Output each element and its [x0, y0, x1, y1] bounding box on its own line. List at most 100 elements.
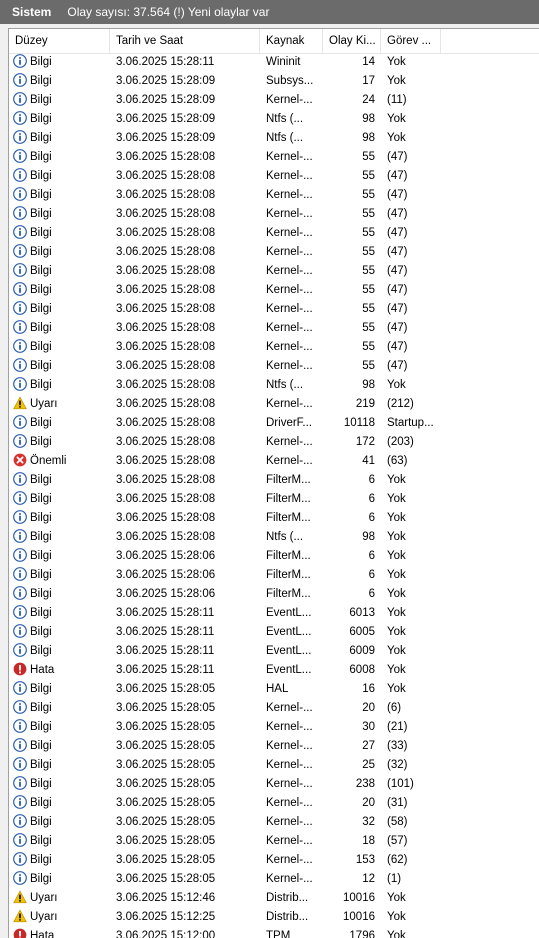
event-id-cell: 12	[362, 873, 375, 885]
table-row[interactable]: Bilgi 3.06.2025 15:28:06 FilterM... 6 Yok	[9, 585, 539, 604]
event-list[interactable]: Düzey Tarih ve Saat Kaynak Olay Ki... Gö…	[8, 28, 539, 938]
info-icon	[13, 852, 27, 866]
level-cell: Bilgi	[13, 338, 109, 357]
info-icon	[13, 168, 27, 182]
table-row[interactable]: Bilgi 3.06.2025 15:28:05 Kernel-... 20 (6)	[9, 699, 539, 718]
event-id-cell: 16	[362, 683, 375, 695]
table-row[interactable]: Bilgi 3.06.2025 15:28:05 Kernel-... 238 (101…	[9, 775, 539, 794]
table-row[interactable]: Bilgi 3.06.2025 15:28:11 EventL... 6013 Yok	[9, 604, 539, 623]
date-cell: 3.06.2025 15:28:08	[116, 303, 216, 315]
table-row[interactable]: Bilgi 3.06.2025 15:28:08 Kernel-... 55 (47)	[9, 167, 539, 186]
date-cell: 3.06.2025 15:28:08	[116, 151, 216, 163]
date-cell: 3.06.2025 15:28:11	[116, 645, 215, 657]
event-id-cell: 55	[362, 246, 375, 258]
table-row[interactable]: Bilgi 3.06.2025 15:28:08 Kernel-... 55 (47)	[9, 186, 539, 205]
info-icon	[13, 624, 27, 638]
task-category-cell: Yok	[387, 550, 406, 562]
table-row[interactable]: Önemli 3.06.2025 15:28:08 Kernel-... 41 (63)	[9, 452, 539, 471]
table-row[interactable]: Bilgi 3.06.2025 15:28:05 Kernel-... 27 (33)	[9, 737, 539, 756]
event-id-cell: 10016	[343, 911, 375, 923]
source-cell: Kernel-...	[266, 797, 313, 809]
source-cell: Kernel-...	[266, 835, 313, 847]
event-id-cell: 20	[362, 702, 375, 714]
table-row[interactable]: Bilgi 3.06.2025 15:28:08 Kernel-... 55 (47)	[9, 300, 539, 319]
table-row[interactable]: Bilgi 3.06.2025 15:28:08 FilterM... 6 Yok	[9, 509, 539, 528]
table-row[interactable]: Bilgi 3.06.2025 15:28:08 Kernel-... 55 (47)	[9, 281, 539, 300]
event-id-cell: 55	[362, 227, 375, 239]
date-cell: 3.06.2025 15:28:05	[116, 873, 216, 885]
level-cell: Bilgi	[13, 813, 109, 832]
table-row[interactable]: Bilgi 3.06.2025 15:28:08 Kernel-... 55 (47)	[9, 319, 539, 338]
task-category-cell: (63)	[387, 455, 408, 467]
table-row[interactable]: Bilgi 3.06.2025 15:28:08 Ntfs (... 98 Yok	[9, 376, 539, 395]
event-id-cell: 10118	[343, 417, 375, 429]
level-label: Bilgi	[30, 379, 52, 391]
table-row[interactable]: Bilgi 3.06.2025 15:28:05 Kernel-... 25 (32)	[9, 756, 539, 775]
table-row[interactable]: Bilgi 3.06.2025 15:28:08 DriverF... 10118 St…	[9, 414, 539, 433]
source-cell: Subsys...	[266, 75, 314, 87]
table-row[interactable]: Bilgi 3.06.2025 15:28:08 Kernel-... 55 (47)	[9, 262, 539, 281]
table-row[interactable]: Bilgi 3.06.2025 15:28:06 FilterM... 6 Yok	[9, 547, 539, 566]
table-row[interactable]: Hata 3.06.2025 15:12:00 TPM 1796 Yok	[9, 927, 539, 938]
task-category-cell: Yok	[387, 569, 406, 581]
table-row[interactable]: Bilgi 3.06.2025 15:28:08 Kernel-... 55 (47)	[9, 357, 539, 376]
event-id-cell: 6	[368, 493, 375, 505]
column-header-event-id[interactable]: Olay Ki...	[323, 29, 381, 53]
column-header-date[interactable]: Tarih ve Saat	[110, 29, 260, 53]
table-row[interactable]: Bilgi 3.06.2025 15:28:05 HAL 16 Yok	[9, 680, 539, 699]
table-row[interactable]: Bilgi 3.06.2025 15:28:05 Kernel-... 153 (62)	[9, 851, 539, 870]
info-icon	[13, 434, 27, 448]
info-icon	[13, 700, 27, 714]
source-cell: Kernel-...	[266, 721, 313, 733]
table-row[interactable]: Bilgi 3.06.2025 15:28:08 FilterM... 6 Yok	[9, 471, 539, 490]
level-cell: Bilgi	[13, 376, 109, 395]
table-row[interactable]: Bilgi 3.06.2025 15:28:11 EventL... 6009 Yok	[9, 642, 539, 661]
event-id-cell: 98	[362, 113, 375, 125]
info-icon	[13, 567, 27, 581]
table-row[interactable]: Bilgi 3.06.2025 15:28:09 Subsys... 17 Yok	[9, 72, 539, 91]
table-row[interactable]: Uyarı 3.06.2025 15:12:25 Distrib... 10016 Yo…	[9, 908, 539, 927]
table-row[interactable]: Bilgi 3.06.2025 15:28:11 Wininit 14 Yok	[9, 53, 539, 72]
table-row[interactable]: Bilgi 3.06.2025 15:28:05 Kernel-... 12 (1)	[9, 870, 539, 889]
table-row[interactable]: Bilgi 3.06.2025 15:28:09 Ntfs (... 98 Yok	[9, 129, 539, 148]
column-header-task[interactable]: Görev ...	[381, 29, 441, 53]
level-label: Bilgi	[30, 835, 52, 847]
table-row[interactable]: Uyarı 3.06.2025 15:12:46 Distrib... 10016 Yo…	[9, 889, 539, 908]
event-id-cell: 238	[355, 778, 375, 790]
date-cell: 3.06.2025 15:28:08	[116, 170, 216, 182]
table-row[interactable]: Hata 3.06.2025 15:28:11 EventL... 6008 Yok	[9, 661, 539, 680]
table-row[interactable]: Bilgi 3.06.2025 15:28:05 Kernel-... 18 (57)	[9, 832, 539, 851]
table-row[interactable]: Bilgi 3.06.2025 15:28:05 Kernel-... 32 (58)	[9, 813, 539, 832]
table-row[interactable]: Bilgi 3.06.2025 15:28:09 Kernel-... 24 (11)	[9, 91, 539, 110]
date-cell: 3.06.2025 15:28:06	[116, 588, 216, 600]
table-row[interactable]: Bilgi 3.06.2025 15:28:08 Kernel-... 55 (47)	[9, 338, 539, 357]
level-label: Bilgi	[30, 550, 52, 562]
table-row[interactable]: Uyarı 3.06.2025 15:28:08 Kernel-... 219 (212…	[9, 395, 539, 414]
table-row[interactable]: Bilgi 3.06.2025 15:28:08 Kernel-... 55 (47)	[9, 148, 539, 167]
table-row[interactable]: Bilgi 3.06.2025 15:28:05 Kernel-... 30 (21)	[9, 718, 539, 737]
source-cell: EventL...	[266, 664, 312, 676]
table-row[interactable]: Bilgi 3.06.2025 15:28:09 Ntfs (... 98 Yok	[9, 110, 539, 129]
table-row[interactable]: Bilgi 3.06.2025 15:28:08 Kernel-... 55 (47)	[9, 243, 539, 262]
table-row[interactable]: Bilgi 3.06.2025 15:28:08 Ntfs (... 98 Yok	[9, 528, 539, 547]
date-cell: 3.06.2025 15:28:08	[116, 398, 216, 410]
date-cell: 3.06.2025 15:28:08	[116, 341, 216, 353]
table-row[interactable]: Bilgi 3.06.2025 15:28:08 Kernel-... 55 (47)	[9, 205, 539, 224]
level-label: Hata	[30, 930, 55, 938]
info-icon	[13, 73, 27, 87]
event-id-cell: 55	[362, 322, 375, 334]
column-header-level[interactable]: Düzey	[9, 29, 110, 53]
event-id-cell: 1796	[349, 930, 375, 938]
table-row[interactable]: Bilgi 3.06.2025 15:28:05 Kernel-... 20 (31)	[9, 794, 539, 813]
table-row[interactable]: Bilgi 3.06.2025 15:28:08 Kernel-... 55 (47)	[9, 224, 539, 243]
table-row[interactable]: Bilgi 3.06.2025 15:28:11 EventL... 6005 Yok	[9, 623, 539, 642]
event-id-cell: 55	[362, 151, 375, 163]
table-row[interactable]: Bilgi 3.06.2025 15:28:08 FilterM... 6 Yok	[9, 490, 539, 509]
info-icon	[13, 510, 27, 524]
info-icon	[13, 415, 27, 429]
column-header-source[interactable]: Kaynak	[260, 29, 323, 53]
table-row[interactable]: Bilgi 3.06.2025 15:28:08 Kernel-... 172 (203…	[9, 433, 539, 452]
info-icon	[13, 491, 27, 505]
table-row[interactable]: Bilgi 3.06.2025 15:28:06 FilterM... 6 Yok	[9, 566, 539, 585]
level-label: Bilgi	[30, 778, 52, 790]
